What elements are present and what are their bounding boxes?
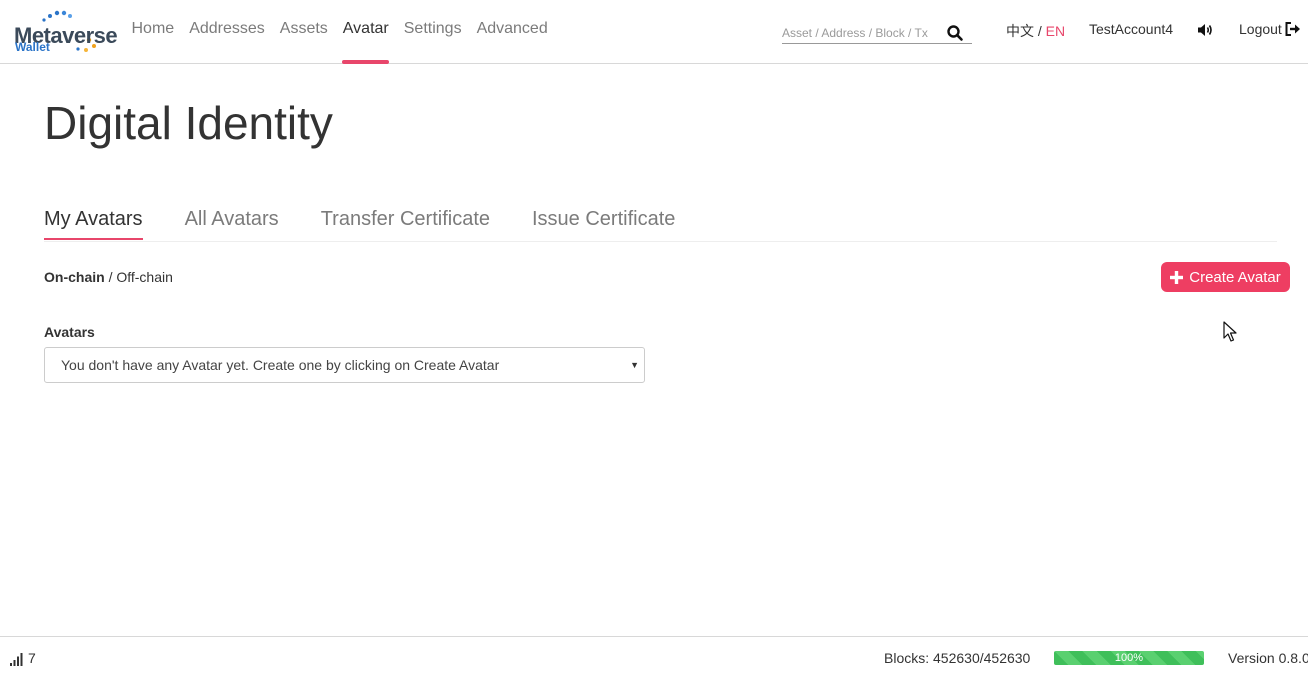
nav-settings[interactable]: Settings <box>396 0 469 64</box>
logout-icon <box>1285 22 1300 36</box>
search-icon[interactable] <box>946 24 964 42</box>
avatars-label: Avatars <box>44 324 95 340</box>
main-nav: Home Addresses Assets Avatar Settings Ad… <box>124 0 555 64</box>
lang-en[interactable]: EN <box>1046 23 1065 39</box>
lang-separator: / <box>1037 23 1042 39</box>
tab-transfer-certificate[interactable]: Transfer Certificate <box>321 196 490 241</box>
logout-label: Logout <box>1239 21 1282 37</box>
mouse-cursor-icon <box>1223 321 1237 342</box>
page-title: Digital Identity <box>44 97 333 149</box>
peer-count: 7 <box>10 650 36 666</box>
logout-button[interactable]: Logout <box>1239 21 1301 37</box>
peer-count-value: 7 <box>28 650 36 666</box>
chain-separator: / <box>108 269 113 285</box>
block-height: Blocks: 452630/452630 <box>884 650 1031 666</box>
create-avatar-button[interactable]: Create Avatar <box>1161 262 1290 292</box>
nav-avatar[interactable]: Avatar <box>335 0 396 64</box>
on-chain-option[interactable]: On-chain <box>44 269 105 285</box>
account-name[interactable]: TestAccount4 <box>1089 21 1173 37</box>
top-navbar: Metaverse Wallet Home Addresses Assets A… <box>0 0 1308 64</box>
lang-zh[interactable]: 中文 <box>1006 23 1034 39</box>
sync-progress-bar: 100% <box>1054 651 1204 665</box>
nav-assets[interactable]: Assets <box>272 0 335 64</box>
language-switch: 中文 / EN <box>1006 21 1065 41</box>
sync-progress-label: 100% <box>1114 652 1144 664</box>
chevron-down-icon: ▼ <box>630 360 639 370</box>
avatars-select-value: You don't have any Avatar yet. Create on… <box>61 357 500 373</box>
logo-subtitle: Wallet <box>15 40 50 54</box>
version-label: Version 0.8.0 <box>1228 650 1308 666</box>
nav-home[interactable]: Home <box>124 0 182 64</box>
metaverse-wallet-logo[interactable]: Metaverse Wallet <box>14 10 118 56</box>
create-avatar-label: Create Avatar <box>1189 268 1281 286</box>
signal-icon <box>10 653 23 666</box>
nav-addresses[interactable]: Addresses <box>182 0 273 64</box>
tab-my-avatars[interactable]: My Avatars <box>44 196 143 241</box>
off-chain-option[interactable]: Off-chain <box>116 269 173 285</box>
search-input[interactable] <box>782 24 940 42</box>
speaker-icon[interactable] <box>1196 21 1214 39</box>
tab-all-avatars[interactable]: All Avatars <box>185 196 279 241</box>
chain-toggle: On-chain / Off-chain <box>44 269 173 285</box>
nav-advanced[interactable]: Advanced <box>469 0 555 64</box>
avatars-select[interactable]: You don't have any Avatar yet. Create on… <box>44 347 645 383</box>
status-footer: 7 Blocks: 452630/452630 100% Version 0.8… <box>0 636 1308 675</box>
plus-icon <box>1170 270 1184 284</box>
tab-issue-certificate[interactable]: Issue Certificate <box>532 196 675 241</box>
avatar-tabs: My Avatars All Avatars Transfer Certific… <box>44 196 1277 242</box>
search-bar <box>782 22 972 44</box>
